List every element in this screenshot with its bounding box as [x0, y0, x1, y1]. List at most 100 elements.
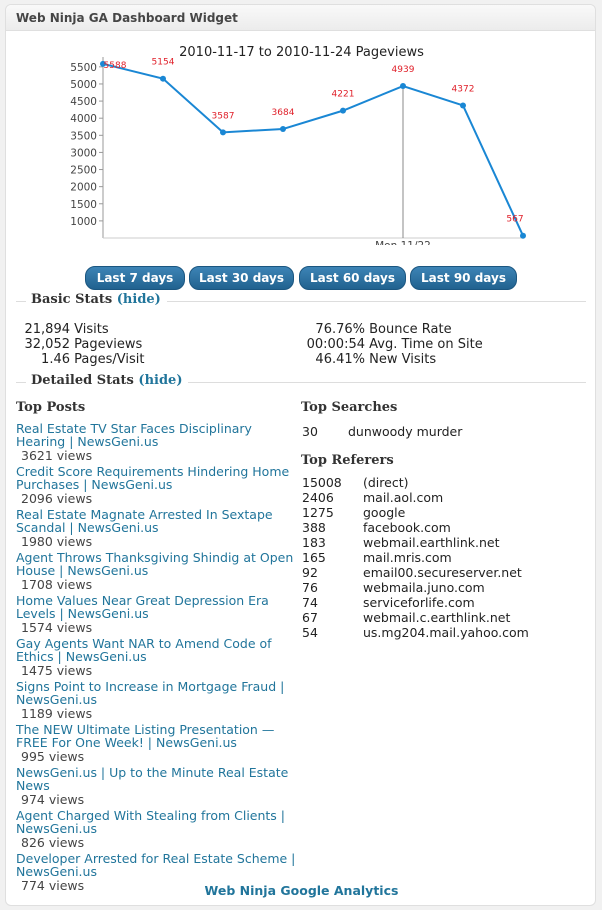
referer-row: 1275 google: [302, 505, 587, 520]
row-count: 15008: [302, 475, 342, 490]
row-count: 92: [302, 565, 318, 580]
post-views: 3621 views: [21, 448, 93, 463]
row-count: 1275: [302, 505, 334, 520]
post-item: Home Values Near Great Depression Era Le…: [16, 594, 301, 635]
post-link[interactable]: The NEW Ultimate Listing Presentation — …: [16, 723, 301, 749]
data-point: [160, 75, 166, 82]
post-item: Real Estate Magnate Arrested In Sextape …: [16, 508, 301, 549]
referer-row: 183 webmail.earthlink.net: [302, 535, 587, 550]
row-value: mail.mris.com: [363, 550, 452, 565]
top-posts-title: Top Posts: [16, 400, 86, 415]
stat-value: 21,894: [24, 322, 71, 337]
post-link[interactable]: Real Estate TV Star Faces Disciplinary H…: [16, 422, 301, 448]
post-link[interactable]: Developer Arrested for Real Estate Schem…: [16, 852, 301, 878]
post-views: 974 views: [21, 792, 85, 807]
referer-row: 165 mail.mris.com: [302, 550, 587, 565]
row-count: 388: [302, 520, 326, 535]
post-link[interactable]: Home Values Near Great Depression Era Le…: [16, 594, 301, 620]
pageviews-chart: 2010-11-17 to 2010-11-24 Pageviews 5500 5…: [6, 35, 597, 252]
chart-svg: 5500 5000 4500 4000 3500 3000 2500 2000 1500 1000…: [70, 57, 526, 252]
data-point: [520, 232, 526, 239]
row-value: dunwoody murder: [348, 424, 463, 439]
y-tick-label: 1500: [70, 199, 97, 211]
data-point: [460, 102, 466, 109]
stat-pageviews: 32,052 Pageviews: [18, 337, 278, 352]
last-7-days-button[interactable]: Last 7 days: [85, 266, 185, 290]
y-tick-label: 3000: [70, 147, 97, 159]
chart-title: 2010-11-17 to 2010-11-24 Pageviews: [179, 45, 424, 60]
data-point: [220, 129, 226, 136]
post-link[interactable]: Agent Charged With Stealing from Clients…: [16, 809, 301, 835]
post-views: 1980 views: [21, 534, 93, 549]
row-value: facebook.com: [363, 520, 451, 535]
data-point: [400, 83, 406, 90]
dashboard-widget: Web Ninja GA Dashboard Widget 2010-11-17…: [5, 4, 596, 906]
post-views: 1574 views: [21, 620, 93, 635]
y-tick-label: 1000: [70, 216, 97, 228]
stat-label: New Visits: [369, 352, 437, 367]
post-item: Signs Point to Increase in Mortgage Frau…: [16, 680, 301, 721]
row-value: webmail.earthlink.net: [363, 535, 500, 550]
post-views: 1475 views: [21, 663, 93, 678]
post-item: Agent Charged With Stealing from Clients…: [16, 809, 301, 850]
row-value: mail.aol.com: [363, 490, 444, 505]
row-value: email00.secureserver.net: [363, 565, 522, 580]
referer-row: 2406 mail.aol.com: [302, 490, 587, 505]
data-label: 5588: [104, 61, 127, 71]
row-value: us.mg204.mail.yahoo.com: [363, 625, 529, 640]
stat-value: 46.41%: [315, 352, 365, 367]
post-item: Credit Score Requirements Hindering Home…: [16, 465, 301, 506]
post-link[interactable]: Real Estate Magnate Arrested In Sextape …: [16, 508, 301, 534]
basic-stats-title: Basic Stats: [31, 292, 113, 307]
y-tick-label: 5500: [70, 62, 97, 74]
data-point: [280, 126, 286, 133]
detailed-stats-heading: Detailed Stats (hide): [16, 373, 586, 391]
row-count: 165: [302, 550, 326, 565]
data-label: 4372: [452, 84, 475, 94]
last-30-days-button[interactable]: Last 30 days: [189, 266, 294, 290]
referer-row: 92 email00.secureserver.net: [302, 565, 587, 580]
y-tick-label: 4000: [70, 113, 97, 125]
row-count: 30: [302, 424, 318, 439]
data-label: 4221: [332, 90, 355, 100]
last-90-days-button[interactable]: Last 90 days: [410, 266, 517, 290]
post-item: Real Estate TV Star Faces Disciplinary H…: [16, 422, 301, 463]
last-60-days-button[interactable]: Last 60 days: [299, 266, 406, 290]
referer-row: 76 webmaila.juno.com: [302, 580, 587, 595]
web-ninja-ga-link[interactable]: Web Ninja Google Analytics: [6, 883, 597, 898]
top-searches-list: 30 dunwoody murder: [302, 424, 587, 439]
post-link[interactable]: NewsGeni.us | Up to the Minute Real Esta…: [16, 766, 301, 792]
row-value: serviceforlife.com: [363, 595, 475, 610]
x-tick-label: Mon 11/22: [375, 240, 431, 245]
post-link[interactable]: Signs Point to Increase in Mortgage Frau…: [16, 680, 301, 706]
post-views: 826 views: [21, 835, 85, 850]
stat-label: Bounce Rate: [369, 322, 452, 337]
stat-label: Pageviews: [74, 337, 143, 352]
stat-visits: 21,894 Visits: [18, 322, 278, 337]
post-link[interactable]: Credit Score Requirements Hindering Home…: [16, 465, 301, 491]
top-referers-title: Top Referers: [301, 453, 394, 468]
top-referers-list: 15008 (direct) 2406 mail.aol.com 1275 google 3…: [302, 475, 587, 640]
widget-title[interactable]: Web Ninja GA Dashboard Widget: [6, 5, 595, 31]
row-count: 74: [302, 595, 318, 610]
detailed-stats-title: Detailed Stats: [31, 373, 134, 388]
basic-stats-heading: Basic Stats (hide): [16, 292, 586, 310]
referer-row: 54 us.mg204.mail.yahoo.com: [302, 625, 587, 640]
referer-row: 67 webmail.c.earthlink.net: [302, 610, 587, 625]
post-item: Gay Agents Want NAR to Amend Code of Eth…: [16, 637, 301, 678]
data-point: [340, 107, 346, 114]
referer-row: 388 facebook.com: [302, 520, 587, 535]
post-link[interactable]: Agent Throws Thanksgiving Shindig at Ope…: [16, 551, 301, 577]
post-views: 1708 views: [21, 577, 93, 592]
row-count: 183: [302, 535, 326, 550]
search-row: 30 dunwoody murder: [302, 424, 587, 439]
post-link[interactable]: Gay Agents Want NAR to Amend Code of Eth…: [16, 637, 301, 663]
stat-label: Visits: [74, 322, 109, 337]
y-tick-label: 2500: [70, 165, 97, 177]
detailed-stats-hide-link[interactable]: (hide): [138, 373, 182, 388]
basic-stats-left: 21,894 Visits 32,052 Pageviews 1.46 Page…: [18, 322, 278, 367]
post-views: 2096 views: [21, 491, 93, 506]
top-searches-title: Top Searches: [301, 400, 398, 415]
basic-stats-hide-link[interactable]: (hide): [117, 292, 161, 307]
row-count: 54: [302, 625, 318, 640]
